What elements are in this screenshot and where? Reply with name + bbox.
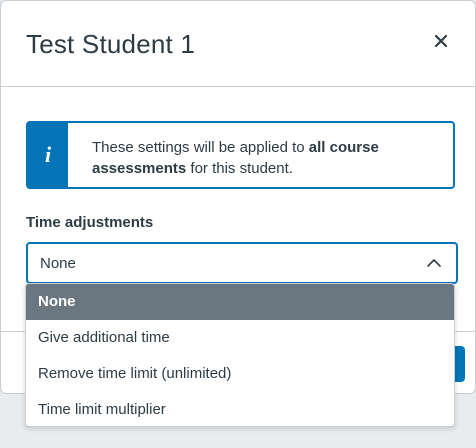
modal-header: Test Student 1	[1, 1, 475, 87]
time-adjustments-select[interactable]: None	[26, 242, 458, 284]
close-icon	[434, 34, 448, 48]
option-time-limit-multiplier[interactable]: Time limit multiplier	[26, 392, 454, 426]
option-remove-time-limit[interactable]: Remove time limit (unlimited)	[26, 356, 454, 392]
alert-icon-container: i	[28, 123, 68, 187]
alert-message: These settings will be applied to all co…	[68, 123, 453, 187]
time-adjustments-options: None Give additional time Remove time li…	[25, 283, 455, 427]
chevron-up-icon	[427, 259, 441, 267]
option-give-additional-time[interactable]: Give additional time	[26, 320, 454, 356]
info-alert: i These settings will be applied to all …	[26, 121, 455, 189]
close-button[interactable]	[429, 29, 453, 53]
alert-text-after: for this student.	[186, 160, 293, 177]
info-icon: i	[44, 142, 52, 167]
option-none[interactable]: None	[26, 284, 454, 320]
modal-title: Test Student 1	[26, 29, 196, 59]
select-current-value: None	[40, 255, 76, 272]
alert-text-before: These settings will be applied to	[92, 139, 309, 156]
time-adjustments-label: Time adjustments	[26, 214, 154, 231]
